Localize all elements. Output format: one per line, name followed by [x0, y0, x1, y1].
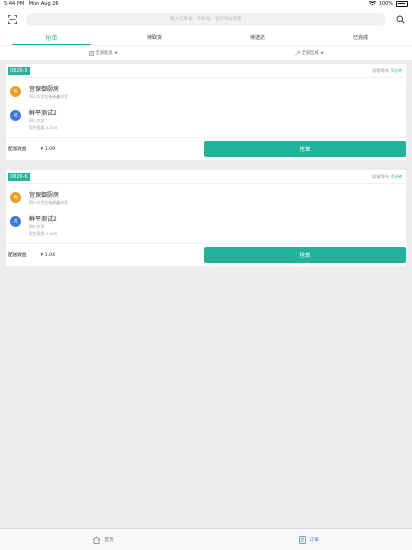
list-icon [88, 50, 94, 56]
order-card: 0826-6 顾客等待 4分钟 取 宫保御厨房 四川大学后街新鑫村号 送 鲜平测试… [6, 170, 406, 266]
status-left: 5:44 PM Mon Aug 26 [4, 1, 59, 7]
order-card-footer: 配送收益 ¥ 1.09 抢单 [6, 137, 406, 160]
wifi-icon [368, 0, 376, 8]
delivery-filter[interactable]: 全部配送 ▼ [0, 50, 206, 56]
earnings: 配送收益 ¥ 1.04 [8, 252, 56, 259]
battery-percent: 100% [378, 1, 393, 7]
wait-time: 顾客等待 5分钟 [372, 67, 402, 73]
order-tabs: 抢单 待取货 待送达 已完成 [0, 30, 412, 45]
order-icon [299, 535, 307, 544]
earnings-label: 配送收益 [8, 147, 27, 152]
status-right: 100% [368, 0, 408, 8]
dropoff-address-line2: 男生宿舍-5-309 [29, 125, 58, 130]
earnings: 配送收益 ¥ 1.09 [8, 146, 56, 153]
search-button[interactable] [394, 13, 406, 25]
nav-orders[interactable]: 订单 [206, 529, 412, 550]
delivery-filter-label: 全部配送 [95, 51, 113, 56]
grab-order-button[interactable]: 抢单 [204, 247, 406, 263]
order-id: 0826-5 [8, 66, 30, 75]
dropoff-badge: 送 [10, 216, 21, 227]
order-card-header: 0826-5 顾客等待 5分钟 [6, 64, 406, 78]
tab-completed[interactable]: 已完成 [309, 30, 412, 45]
order-card: 0826-5 顾客等待 5分钟 取 宫保御厨房 四川大学后街新鑫村号 送 鲜平测试… [6, 64, 406, 160]
home-icon [92, 536, 101, 544]
status-time: 5:44 PM [4, 1, 25, 7]
status-bar: 5:44 PM Mon Aug 26 100% [0, 0, 412, 8]
dropoff-stop: 送 鲜平测试2 四川大学 男生宿舍-5-309 [6, 100, 406, 131]
caret-down-icon: ▼ [114, 51, 118, 55]
search-icon [396, 15, 405, 24]
wait-time: 顾客等待 4分钟 [372, 173, 402, 179]
search-placeholder: 输入订单号、手机号、收货地址搜索 [170, 17, 242, 22]
pickup-stop: 取 宫保御厨房 四川大学后街新鑫村号 [6, 78, 406, 100]
dropoff-name: 鲜平测试2 [29, 216, 57, 223]
earnings-value: ¥ 1.04 [40, 252, 56, 258]
nav-home-label: 首页 [104, 538, 114, 543]
dropoff-address-line2: 男生宿舍-5-309 [29, 231, 58, 236]
pickup-address: 四川大学后街新鑫村号 [29, 200, 68, 205]
caret-down-icon: ▼ [320, 51, 324, 55]
nav-home[interactable]: 首页 [0, 529, 206, 550]
location-icon [294, 50, 300, 56]
dropoff-name: 鲜平测试2 [29, 110, 57, 117]
status-date: Mon Aug 26 [28, 1, 59, 7]
dropoff-stop: 送 鲜平测试2 四川大学 男生宿舍-5-309 [6, 206, 406, 237]
earnings-value: ¥ 1.09 [40, 146, 56, 152]
nav-orders-label: 订单 [309, 538, 319, 543]
dropoff-address-line1: 四川大学 [29, 224, 45, 229]
pickup-badge: 取 [10, 86, 21, 97]
pickup-stop: 取 宫保御厨房 四川大学后街新鑫村号 [6, 184, 406, 206]
order-card-header: 0826-6 顾客等待 4分钟 [6, 170, 406, 184]
dropoff-badge: 送 [10, 110, 21, 121]
order-card-footer: 配送收益 ¥ 1.04 抢单 [6, 243, 406, 266]
pickup-badge: 取 [10, 192, 21, 203]
pickup-name: 宫保御厨房 [29, 192, 60, 199]
dropoff-address-line1: 四川大学 [29, 118, 45, 123]
area-filter[interactable]: 全部区域 ▼ [206, 50, 412, 56]
order-id: 0826-6 [8, 172, 30, 181]
header: 输入订单号、手机号、收货地址搜索 [0, 8, 412, 30]
battery-icon [396, 1, 408, 7]
tab-delivering[interactable]: 待送达 [206, 30, 309, 45]
scan-icon [7, 14, 17, 24]
scan-button[interactable] [6, 13, 18, 25]
grab-order-button[interactable]: 抢单 [204, 141, 406, 157]
pickup-name: 宫保御厨房 [29, 86, 60, 93]
pickup-address: 四川大学后街新鑫村号 [29, 94, 68, 99]
tab-pickup[interactable]: 待取货 [103, 30, 206, 45]
area-filter-label: 全部区域 [301, 51, 319, 56]
search-input[interactable]: 输入订单号、手机号、收货地址搜索 [26, 12, 386, 26]
tab-grab[interactable]: 抢单 [0, 30, 103, 45]
earnings-label: 配送收益 [8, 253, 27, 258]
filter-bar: 全部配送 ▼ 全部区域 ▼ [0, 45, 412, 60]
bottom-nav: 首页 订单 [0, 528, 412, 550]
